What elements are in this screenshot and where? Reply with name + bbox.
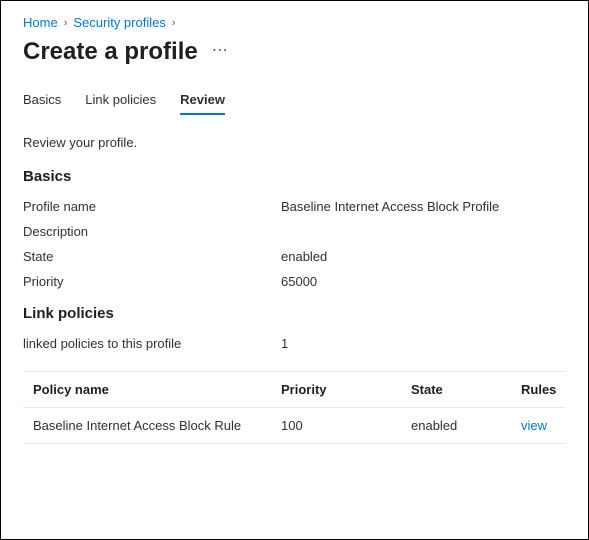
- breadcrumb: Home › Security profiles ›: [23, 15, 566, 30]
- table-header: Policy name Priority State Rules: [23, 371, 566, 408]
- description-value: [281, 224, 566, 239]
- title-row: Create a profile ⋯: [23, 38, 566, 66]
- col-rules: Rules: [521, 382, 556, 397]
- col-policy-name: Policy name: [33, 382, 281, 397]
- review-instruction: Review your profile.: [23, 135, 566, 150]
- state-label: State: [23, 249, 281, 264]
- description-label: Description: [23, 224, 281, 239]
- row-priority: Priority 65000: [23, 274, 566, 289]
- tab-basics[interactable]: Basics: [23, 92, 61, 115]
- profile-name-label: Profile name: [23, 199, 281, 214]
- profile-name-value: Baseline Internet Access Block Profile: [281, 199, 566, 214]
- basics-heading: Basics: [23, 168, 566, 185]
- row-linked-count: linked policies to this profile 1: [23, 336, 566, 351]
- cell-state: enabled: [411, 418, 521, 433]
- link-policies-section: Link policies linked policies to this pr…: [23, 305, 566, 444]
- tab-link-policies[interactable]: Link policies: [85, 92, 156, 115]
- priority-value: 65000: [281, 274, 566, 289]
- priority-label: Priority: [23, 274, 281, 289]
- col-priority: Priority: [281, 382, 411, 397]
- row-profile-name: Profile name Baseline Internet Access Bl…: [23, 199, 566, 214]
- breadcrumb-security-profiles[interactable]: Security profiles: [73, 15, 165, 30]
- state-value: enabled: [281, 249, 566, 264]
- chevron-right-icon: ›: [172, 17, 176, 29]
- row-state: State enabled: [23, 249, 566, 264]
- linked-count-value: 1: [281, 336, 566, 351]
- table-row: Baseline Internet Access Block Rule 100 …: [23, 408, 566, 444]
- row-description: Description: [23, 224, 566, 239]
- policy-table: Policy name Priority State Rules Baselin…: [23, 371, 566, 444]
- cell-priority: 100: [281, 418, 411, 433]
- cell-policy-name: Baseline Internet Access Block Rule: [33, 418, 281, 433]
- link-policies-heading: Link policies: [23, 305, 566, 322]
- tab-review[interactable]: Review: [180, 92, 225, 115]
- chevron-right-icon: ›: [64, 17, 68, 29]
- basics-section: Basics Profile name Baseline Internet Ac…: [23, 168, 566, 289]
- cell-rules-view-link[interactable]: view: [521, 418, 556, 433]
- tabs: Basics Link policies Review: [23, 92, 566, 115]
- breadcrumb-home[interactable]: Home: [23, 15, 58, 30]
- col-state: State: [411, 382, 521, 397]
- more-icon[interactable]: ⋯: [212, 40, 229, 64]
- page-title: Create a profile: [23, 38, 198, 66]
- linked-count-label: linked policies to this profile: [23, 336, 281, 351]
